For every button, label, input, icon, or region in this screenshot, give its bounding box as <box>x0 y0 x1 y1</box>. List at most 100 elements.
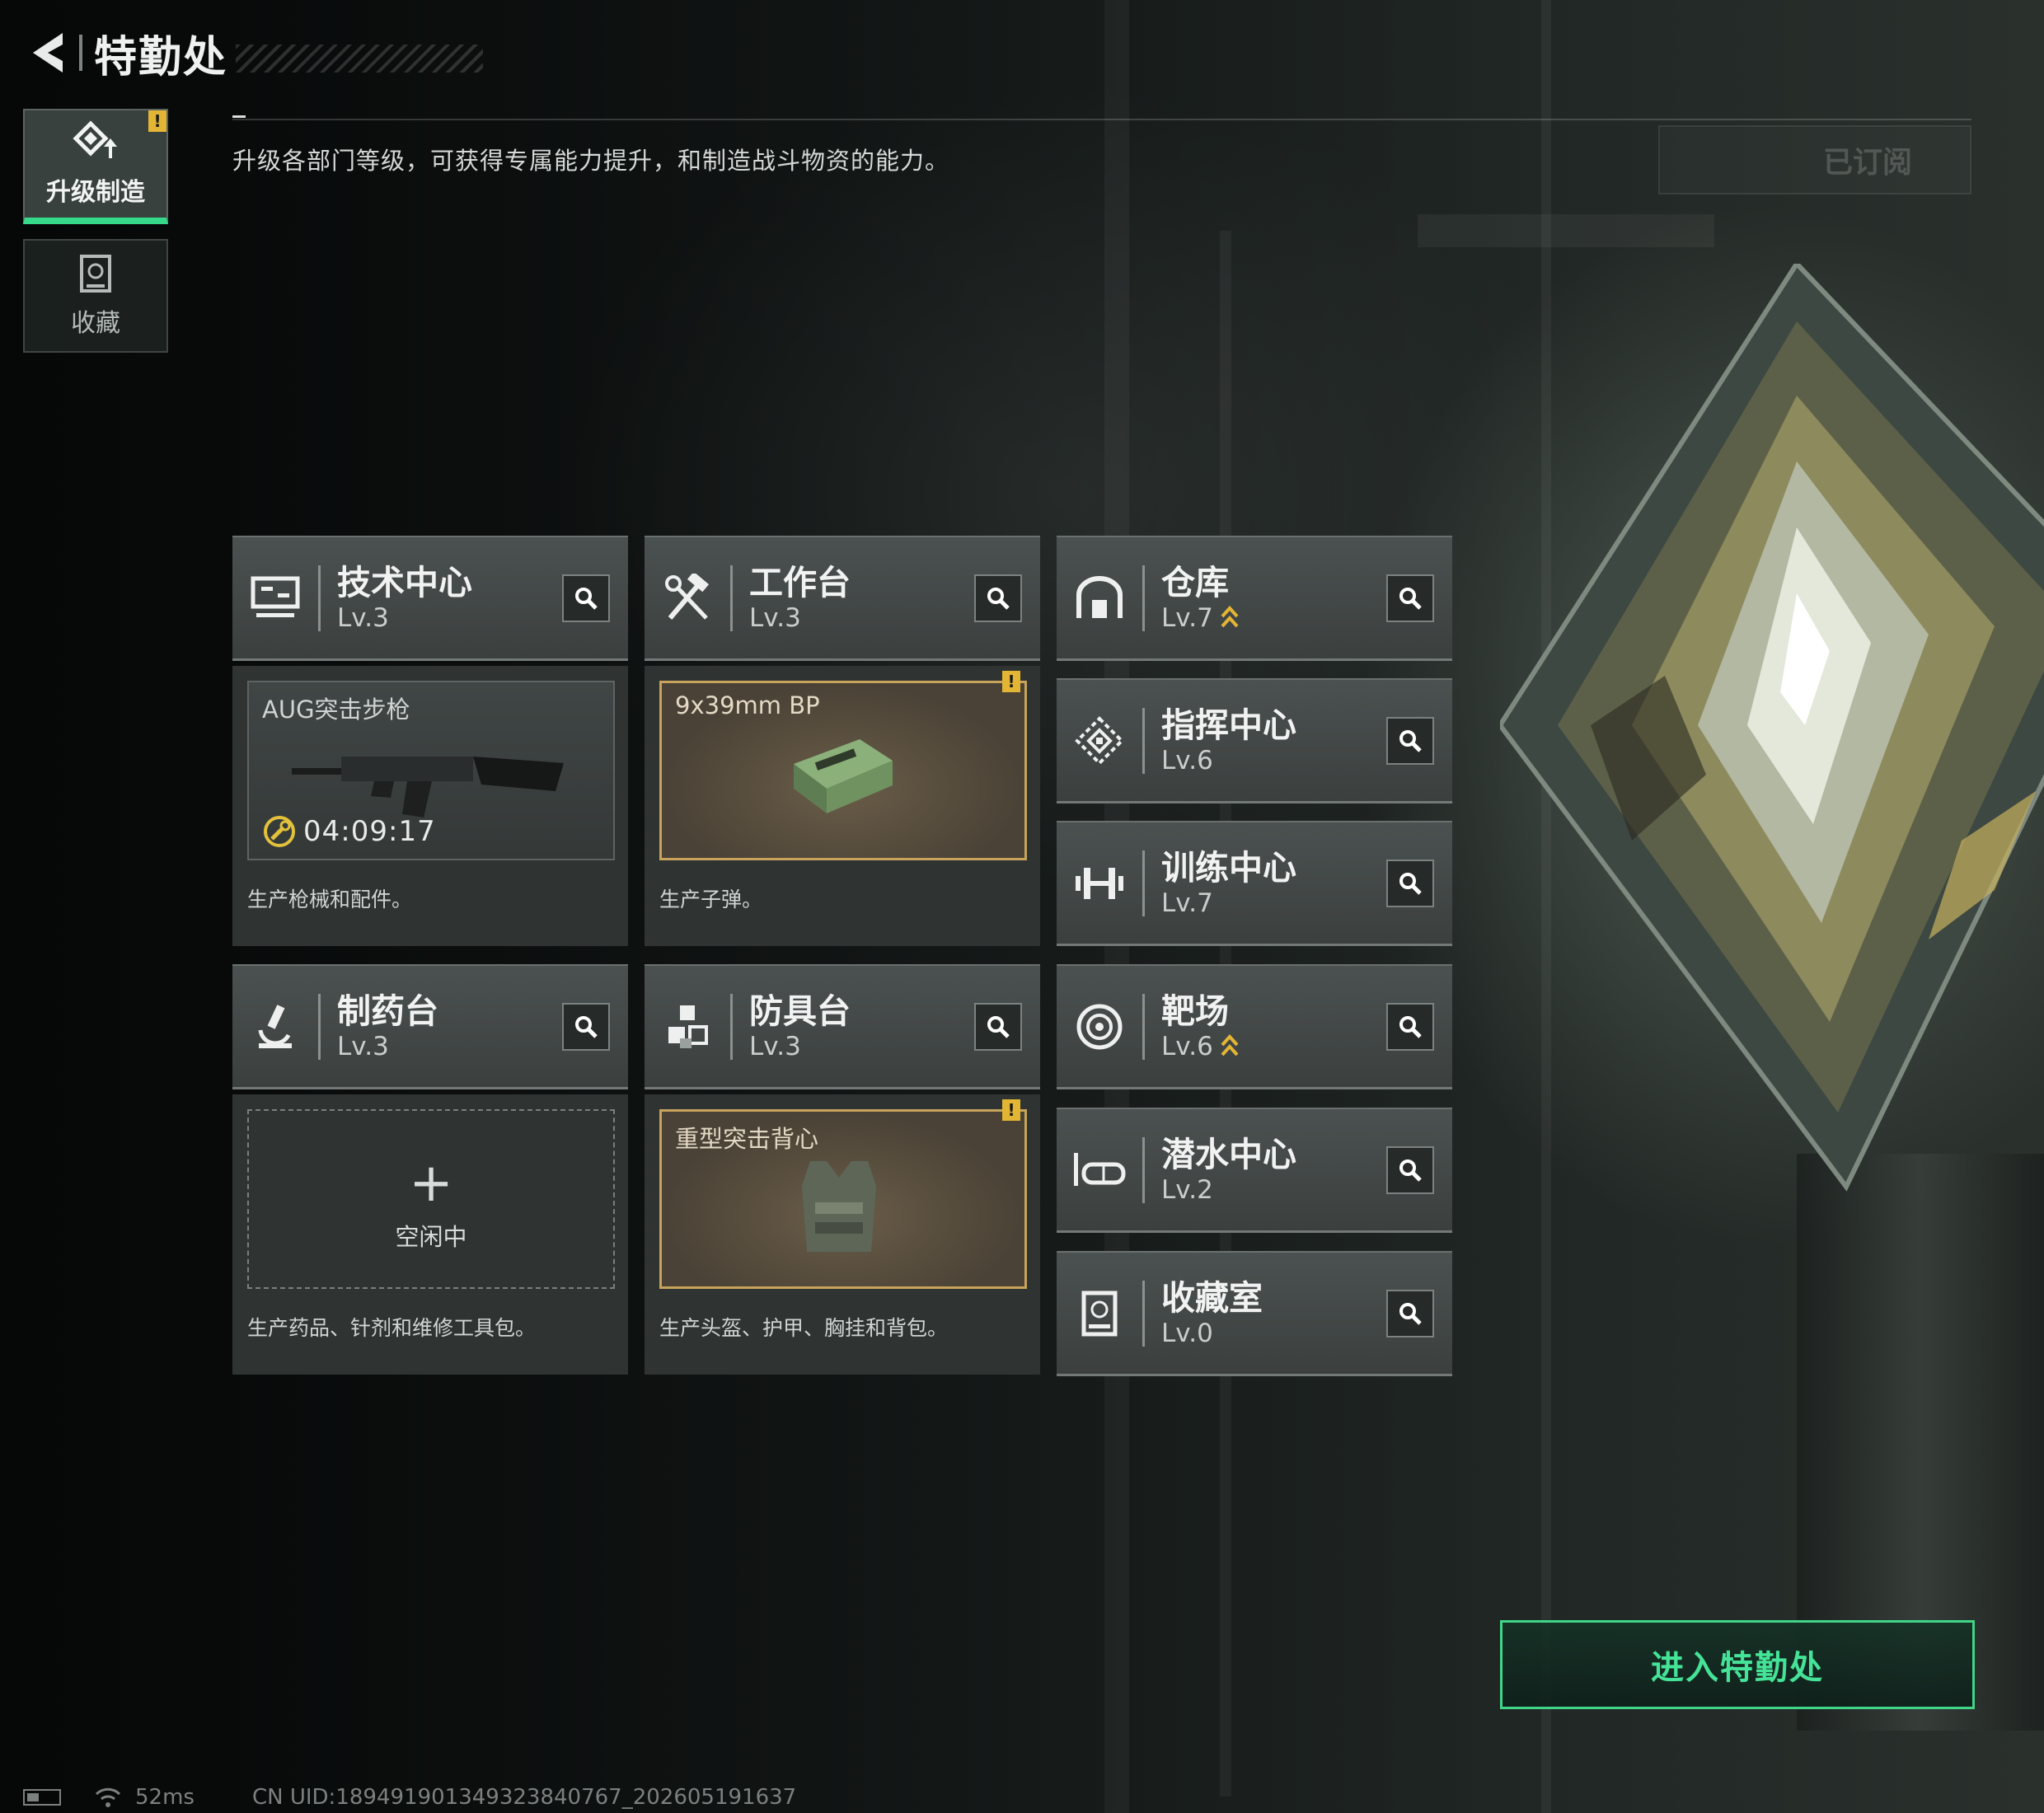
top-divider-mark <box>232 115 246 118</box>
facility-level: Lv.3 <box>337 602 389 633</box>
back-button[interactable] <box>23 28 73 77</box>
facility-workbench[interactable]: 工作台 Lv.3 <box>645 536 1040 661</box>
tab-upgrade-craft-label: 升级制造 <box>46 178 145 207</box>
idle-label: 空闲中 <box>395 1223 467 1251</box>
search-button[interactable] <box>974 574 1022 622</box>
page-title: 特勤处 <box>94 32 228 82</box>
display-case-icon <box>1057 1253 1142 1374</box>
search-button[interactable] <box>1386 1289 1434 1337</box>
production-slot[interactable]: 9x39mm BP <box>659 681 1027 860</box>
page-description: 升级各部门等级，可获得专属能力提升，和制造战斗物资的能力。 <box>232 147 950 175</box>
search-icon <box>575 587 598 610</box>
facility-warehouse[interactable]: 仓库 Lv.7 <box>1057 536 1452 661</box>
facility-level: Lv.3 <box>749 602 801 633</box>
facility-name: 制药台 <box>337 991 438 1031</box>
production-caption: 生产子弹。 <box>659 888 763 911</box>
production-slot[interactable]: AUG突击步枪 04:09:17 <box>247 681 615 860</box>
production-slot-idle[interactable]: + 空闲中 <box>247 1109 615 1289</box>
warning-badge: ! <box>148 110 166 132</box>
search-icon <box>987 587 1010 610</box>
vest-image <box>802 1161 876 1252</box>
facility-level: Lv.7 <box>1161 602 1213 633</box>
timer-text: 04:09:17 <box>303 815 436 848</box>
facility-level: Lv.3 <box>749 1031 801 1061</box>
collection-icon <box>80 255 111 293</box>
facility-name: 防具台 <box>749 991 851 1031</box>
facility-name: 指挥中心 <box>1161 705 1296 745</box>
facility-training-center[interactable]: 训练中心 Lv.7 <box>1057 821 1452 946</box>
item-name: 9x39mm BP <box>675 691 820 719</box>
rifle-image <box>292 743 564 817</box>
search-icon <box>987 1015 1010 1038</box>
card-divider <box>1142 707 1145 774</box>
production-caption: 生产枪械和配件。 <box>247 888 413 911</box>
upgrade-available-icon <box>1221 1033 1239 1056</box>
tab-collection[interactable]: 收藏 <box>23 239 168 353</box>
search-button[interactable] <box>562 1002 610 1051</box>
tab-upgrade-craft[interactable]: 升级制造 ! <box>23 109 168 224</box>
top-divider <box>232 119 1971 120</box>
warning-badge: ! <box>1002 671 1020 692</box>
search-icon <box>1399 729 1422 752</box>
wrench-timer-icon <box>264 816 295 847</box>
facility-name: 工作台 <box>749 562 851 602</box>
search-button[interactable] <box>974 1002 1022 1051</box>
tab-collection-label: 收藏 <box>71 309 120 338</box>
subscribed-button[interactable]: 已订阅 <box>1658 125 1971 194</box>
card-divider <box>1142 850 1145 916</box>
search-icon <box>1399 1015 1422 1038</box>
header-divider <box>79 35 82 71</box>
warning-badge: ! <box>1002 1099 1020 1121</box>
microscope-icon <box>232 966 318 1087</box>
hammer-wrench-icon <box>645 537 730 658</box>
card-divider <box>1142 1280 1145 1347</box>
enter-button-label: 进入特勤处 <box>1651 1649 1824 1687</box>
facility-name: 靶场 <box>1161 991 1229 1031</box>
header-bar: 特勤处 <box>23 23 484 82</box>
search-icon <box>1399 872 1422 895</box>
facility-name: 收藏室 <box>1161 1277 1263 1318</box>
facility-level: Lv.6 <box>1161 745 1213 775</box>
ping-text: 52ms <box>135 1785 195 1810</box>
diving-mask-icon <box>1057 1109 1142 1230</box>
battery-icon <box>23 1789 61 1806</box>
wifi-icon <box>95 1787 121 1807</box>
item-name: 重型突击背心 <box>675 1125 819 1153</box>
production-panel-armor: 重型突击背心 ! 生产头盔、护甲、胸挂和背包。 <box>645 1094 1040 1375</box>
enter-special-ops-button[interactable]: 进入特勤处 <box>1500 1620 1975 1709</box>
facility-command-center[interactable]: 指挥中心 Lv.6 <box>1057 678 1452 803</box>
facility-level: Lv.2 <box>1161 1174 1213 1205</box>
upgrade-craft-icon <box>73 120 117 158</box>
search-button[interactable] <box>1386 859 1434 907</box>
card-divider <box>318 993 321 1060</box>
facility-name: 潜水中心 <box>1161 1134 1296 1174</box>
search-icon <box>1399 1159 1422 1182</box>
facility-armor[interactable]: 防具台 Lv.3 <box>645 964 1040 1089</box>
uid-text: CN UID:18949190134932384076​7_2026051916… <box>251 1785 797 1810</box>
production-panel-workbench: 9x39mm BP ! 生产子弹。 <box>645 666 1040 946</box>
facility-level: Lv.7 <box>1161 888 1213 918</box>
card-divider <box>1142 565 1145 631</box>
facility-name: 训练中心 <box>1161 847 1296 888</box>
search-button[interactable] <box>1386 716 1434 765</box>
search-icon <box>1399 587 1422 610</box>
production-slot[interactable]: 重型突击背心 <box>659 1109 1027 1289</box>
facility-diving-center[interactable]: 潜水中心 Lv.2 <box>1057 1108 1452 1233</box>
search-icon <box>575 1015 598 1038</box>
facility-level: Lv.0 <box>1161 1318 1213 1348</box>
search-button[interactable] <box>1386 1002 1434 1051</box>
search-button[interactable] <box>1386 1145 1434 1194</box>
search-button[interactable] <box>1386 574 1434 622</box>
facility-shooting-range[interactable]: 靶场 Lv.6 <box>1057 964 1452 1089</box>
back-arrow-icon <box>33 33 63 73</box>
card-divider <box>730 993 733 1060</box>
production-caption: 生产头盔、护甲、胸挂和背包。 <box>659 1316 949 1340</box>
facility-pharmacy[interactable]: 制药台 Lv.3 <box>232 964 628 1089</box>
facility-collection-room[interactable]: 收藏室 Lv.0 <box>1057 1251 1452 1376</box>
search-button[interactable] <box>562 574 610 622</box>
facility-tech-center[interactable]: 技术中心 Lv.3 <box>232 536 628 661</box>
facility-name: 仓库 <box>1161 562 1229 602</box>
header-decoration <box>236 45 484 73</box>
armor-blocks-icon <box>645 966 730 1087</box>
ammo-box-image <box>794 739 893 813</box>
